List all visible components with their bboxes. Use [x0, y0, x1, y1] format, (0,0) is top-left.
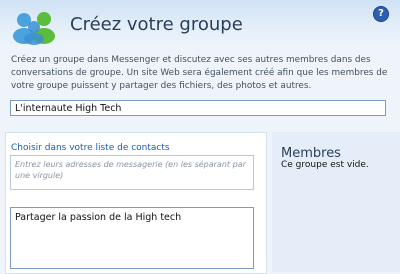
messenger-buddies-icon — [13, 12, 55, 45]
choose-contacts-link[interactable]: Choisir dans votre liste de contacts — [11, 143, 170, 153]
email-addresses-input[interactable]: Entrez leurs adresses de messagerie (en … — [10, 155, 254, 190]
members-heading: Membres — [281, 146, 341, 161]
help-icon[interactable]: ? — [373, 6, 389, 22]
invitation-message-input[interactable]: Partager la passion de la High tech — [10, 207, 254, 269]
dialog-header: Créez votre groupe ? — [0, 0, 400, 48]
page-title: Créez votre groupe — [70, 14, 243, 35]
members-empty-text: Ce groupe est vide. — [281, 160, 369, 170]
intro-text: Créez un groupe dans Messenger et discut… — [11, 55, 388, 91]
group-name-input[interactable]: L'internaute High Tech — [10, 100, 386, 116]
